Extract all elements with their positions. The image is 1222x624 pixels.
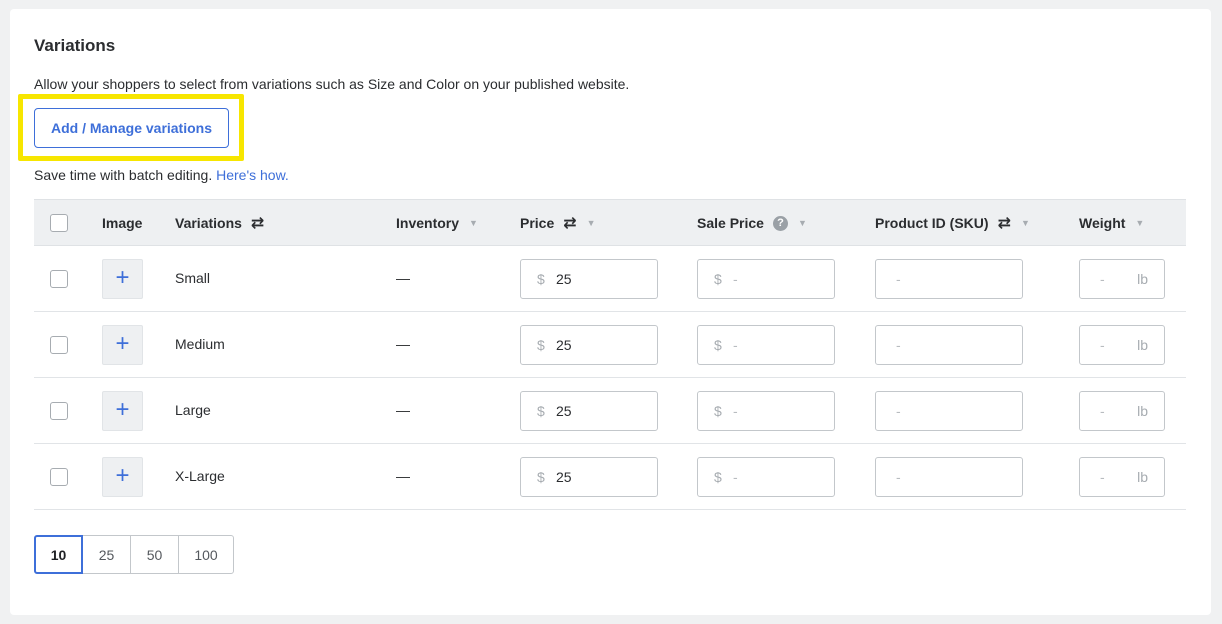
price-input[interactable]: $ 25 bbox=[520, 325, 658, 365]
add-image-button[interactable]: + bbox=[102, 457, 143, 497]
row-checkbox[interactable] bbox=[50, 402, 68, 420]
help-icon[interactable]: ? bbox=[772, 215, 788, 231]
sale-price-input[interactable]: $ - bbox=[697, 325, 835, 365]
weight-unit: lb bbox=[1137, 271, 1148, 287]
currency-symbol: $ bbox=[714, 271, 722, 287]
table-row: + X-Large — $ 25 $ - - - lb bbox=[34, 444, 1186, 510]
price-input[interactable]: $ 25 bbox=[520, 259, 658, 299]
variation-name: Medium bbox=[175, 336, 225, 352]
inventory-value: — bbox=[396, 270, 410, 286]
variations-card: Variations Allow your shoppers to select… bbox=[10, 9, 1211, 615]
caret-down-icon[interactable]: ▼ bbox=[1135, 218, 1144, 228]
price-value: 25 bbox=[556, 403, 572, 419]
section-title: Variations bbox=[34, 36, 116, 55]
variation-name: X-Large bbox=[175, 468, 225, 484]
heres-how-link[interactable]: Here's how. bbox=[216, 167, 289, 183]
weight-input[interactable]: - lb bbox=[1079, 457, 1165, 497]
sale-price-placeholder: - bbox=[733, 271, 738, 287]
sale-price-input[interactable]: $ - bbox=[697, 391, 835, 431]
weight-input[interactable]: - lb bbox=[1079, 325, 1165, 365]
add-image-button[interactable]: + bbox=[102, 391, 143, 431]
header-sale-price[interactable]: Sale Price ? ▼ bbox=[697, 200, 807, 246]
sku-input[interactable]: - bbox=[875, 391, 1023, 431]
sale-price-input[interactable]: $ - bbox=[697, 457, 835, 497]
sale-price-placeholder: - bbox=[733, 337, 738, 353]
batch-text: Save time with batch editing. bbox=[34, 167, 213, 183]
add-image-button[interactable]: + bbox=[102, 325, 143, 365]
header-price[interactable]: Price ⇄ ▼ bbox=[520, 200, 596, 246]
add-image-button[interactable]: + bbox=[102, 259, 143, 299]
page-size-25[interactable]: 25 bbox=[82, 535, 131, 574]
page-size-50[interactable]: 50 bbox=[130, 535, 179, 574]
row-checkbox[interactable] bbox=[50, 468, 68, 486]
page-size-100[interactable]: 100 bbox=[178, 535, 234, 574]
header-variations[interactable]: Variations ⇄ bbox=[175, 200, 264, 246]
price-value: 25 bbox=[556, 337, 572, 353]
weight-unit: lb bbox=[1137, 403, 1148, 419]
sort-arrows-icon[interactable]: ⇄ bbox=[563, 213, 576, 233]
currency-symbol: $ bbox=[714, 469, 722, 485]
variation-name: Large bbox=[175, 402, 211, 418]
table-header: Image Variations ⇄ Inventory ▼ Price ⇄ ▼… bbox=[34, 199, 1186, 246]
weight-placeholder: - bbox=[1100, 271, 1105, 287]
variation-name: Small bbox=[175, 270, 211, 286]
inventory-value: — bbox=[396, 336, 410, 352]
sku-input[interactable]: - bbox=[875, 325, 1023, 365]
weight-placeholder: - bbox=[1100, 469, 1105, 485]
sale-price-input[interactable]: $ - bbox=[697, 259, 835, 299]
weight-placeholder: - bbox=[1100, 337, 1105, 353]
header-image: Image bbox=[102, 215, 143, 231]
price-input[interactable]: $ 25 bbox=[520, 391, 658, 431]
row-checkbox[interactable] bbox=[50, 336, 68, 354]
price-value: 25 bbox=[556, 469, 572, 485]
sort-arrows-icon[interactable]: ⇄ bbox=[251, 213, 264, 233]
row-checkbox[interactable] bbox=[50, 270, 68, 288]
sku-input[interactable]: - bbox=[875, 259, 1023, 299]
manage-variations-button[interactable]: Add / Manage variations bbox=[34, 108, 229, 148]
section-description: Allow your shoppers to select from varia… bbox=[34, 76, 630, 92]
price-value: 25 bbox=[556, 271, 572, 287]
caret-down-icon[interactable]: ▼ bbox=[798, 218, 807, 228]
weight-unit: lb bbox=[1137, 337, 1148, 353]
currency-symbol: $ bbox=[537, 337, 545, 353]
page-size-10[interactable]: 10 bbox=[34, 535, 83, 574]
table-row: + Large — $ 25 $ - - - lb bbox=[34, 378, 1186, 444]
caret-down-icon[interactable]: ▼ bbox=[587, 218, 596, 228]
weight-input[interactable]: - lb bbox=[1079, 391, 1165, 431]
sale-price-placeholder: - bbox=[733, 403, 738, 419]
sale-price-placeholder: - bbox=[733, 469, 738, 485]
weight-unit: lb bbox=[1137, 469, 1148, 485]
caret-down-icon[interactable]: ▼ bbox=[469, 218, 478, 228]
currency-symbol: $ bbox=[537, 403, 545, 419]
sku-input[interactable]: - bbox=[875, 457, 1023, 497]
header-inventory[interactable]: Inventory ▼ bbox=[396, 200, 478, 246]
inventory-value: — bbox=[396, 402, 410, 418]
inventory-value: — bbox=[396, 468, 410, 484]
sku-placeholder: - bbox=[896, 271, 901, 287]
weight-placeholder: - bbox=[1100, 403, 1105, 419]
sku-placeholder: - bbox=[896, 403, 901, 419]
header-sku[interactable]: Product ID (SKU) ⇄ ▼ bbox=[875, 200, 1030, 246]
weight-input[interactable]: - lb bbox=[1079, 259, 1165, 299]
currency-symbol: $ bbox=[714, 337, 722, 353]
price-input[interactable]: $ 25 bbox=[520, 457, 658, 497]
header-weight[interactable]: Weight ▼ bbox=[1079, 200, 1144, 246]
batch-editing-note: Save time with batch editing. Here's how… bbox=[34, 167, 289, 183]
select-all-checkbox[interactable] bbox=[50, 214, 68, 232]
currency-symbol: $ bbox=[537, 271, 545, 287]
page-size-selector: 10 25 50 100 bbox=[34, 535, 234, 575]
caret-down-icon[interactable]: ▼ bbox=[1021, 218, 1030, 228]
table-row: + Medium — $ 25 $ - - - lb bbox=[34, 312, 1186, 378]
sku-placeholder: - bbox=[896, 469, 901, 485]
currency-symbol: $ bbox=[714, 403, 722, 419]
currency-symbol: $ bbox=[537, 469, 545, 485]
table-row: + Small — $ 25 $ - - - lb bbox=[34, 246, 1186, 312]
sort-arrows-icon[interactable]: ⇄ bbox=[998, 213, 1011, 233]
sku-placeholder: - bbox=[896, 337, 901, 353]
